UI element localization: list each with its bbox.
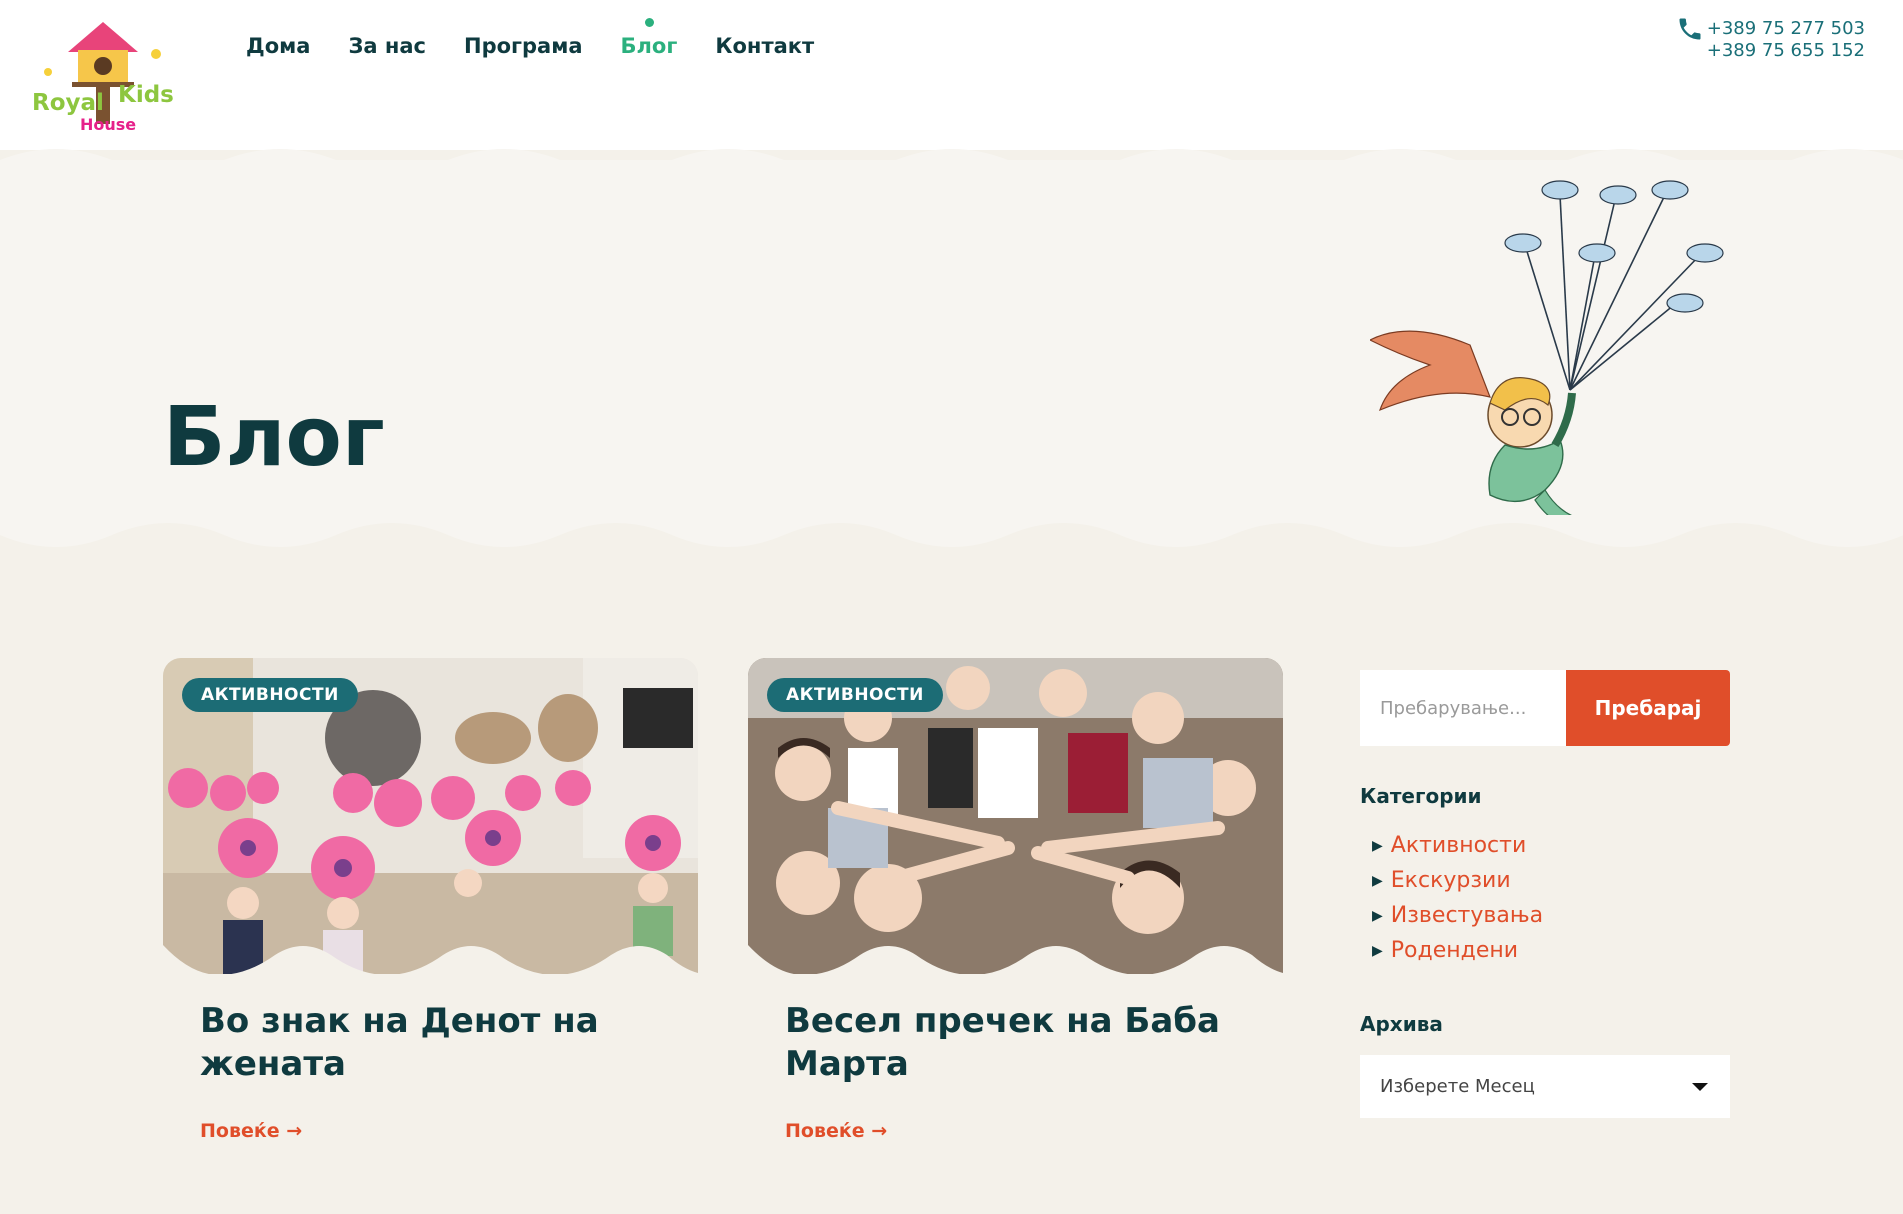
search-form: Пребарај <box>1360 670 1730 746</box>
archive-month-select[interactable]: Изберете Месец <box>1360 1055 1730 1118</box>
site-header: Royal Kids House Дома За нас Програма Бл… <box>0 0 1903 150</box>
search-button[interactable]: Пребарај <box>1566 670 1730 746</box>
categories-heading: Категории <box>1360 784 1482 808</box>
category-label: Известувања <box>1390 903 1544 928</box>
phone-number-2[interactable]: +389 75 655 152 <box>1707 40 1865 62</box>
nav-item-blog[interactable]: Блог <box>620 18 678 58</box>
category-link[interactable]: ▶ Активности <box>1372 828 1543 863</box>
categories-list: ▶ Активности ▶ Екскурзии ▶ Известувања ▶ Род… <box>1372 828 1543 968</box>
svg-text:Royal: Royal <box>32 90 104 116</box>
category-link[interactable]: ▶ Известувања <box>1372 898 1543 933</box>
category-label: Екскурзии <box>1390 868 1511 893</box>
nav-item-program[interactable]: Програма <box>464 34 583 58</box>
read-more-link[interactable]: Повеќе → <box>200 1120 698 1142</box>
active-indicator-dot <box>644 18 654 27</box>
wave-divider-bottom <box>0 515 1903 559</box>
nav-item-about[interactable]: За нас <box>348 34 426 58</box>
category-link[interactable]: ▶ Родендени <box>1372 933 1543 968</box>
bullet-triangle-icon: ▶ <box>1372 943 1383 959</box>
nav-item-contact[interactable]: Контакт <box>715 34 814 58</box>
image-scallop-edge <box>748 945 1283 974</box>
category-label: Активности <box>1390 833 1527 858</box>
phone-numbers: +389 75 277 503 +389 75 655 152 <box>1707 18 1865 62</box>
nav-item-blog-label: Блог <box>620 34 678 58</box>
flying-boy-illustration <box>1370 180 1724 531</box>
post-image[interactable]: АКТИВНОСТИ <box>163 658 698 974</box>
category-badge[interactable]: АКТИВНОСТИ <box>182 678 358 712</box>
main-nav: Дома За нас Програма Блог Контакт <box>246 18 852 58</box>
archive-select-value: Изберете Месец <box>1380 1076 1535 1097</box>
nav-item-home[interactable]: Дома <box>246 34 310 58</box>
blog-post-card[interactable]: АКТИВНОСТИ Во знак на Денот на жената По… <box>163 658 698 1142</box>
page-title: Блог <box>163 390 385 485</box>
svg-text:Kids: Kids <box>118 82 174 108</box>
phone-icon <box>1679 18 1701 40</box>
chevron-down-icon <box>1692 1083 1708 1091</box>
logo-icon: Royal Kids House <box>32 22 174 134</box>
category-badge[interactable]: АКТИВНОСТИ <box>767 678 943 712</box>
blog-post-card[interactable]: АКТИВНОСТИ Весел пречек на Баба Марта По… <box>748 658 1283 1142</box>
phone-number-1[interactable]: +389 75 277 503 <box>1707 18 1865 40</box>
post-title[interactable]: Во знак на Денот на жената <box>200 1000 640 1086</box>
category-label: Родендени <box>1390 938 1519 963</box>
site-logo[interactable]: Royal Kids House <box>28 14 178 136</box>
post-image[interactable]: АКТИВНОСТИ <box>748 658 1283 974</box>
image-scallop-edge <box>163 945 698 974</box>
bullet-triangle-icon: ▶ <box>1372 838 1383 854</box>
bullet-triangle-icon: ▶ <box>1372 873 1383 889</box>
bullet-triangle-icon: ▶ <box>1372 908 1383 924</box>
svg-text:House: House <box>80 115 136 134</box>
post-title[interactable]: Весел пречек на Баба Марта <box>785 1000 1225 1086</box>
search-input[interactable] <box>1360 670 1566 746</box>
category-link[interactable]: ▶ Екскурзии <box>1372 863 1543 898</box>
archive-heading: Архива <box>1360 1012 1443 1036</box>
read-more-link[interactable]: Повеќе → <box>785 1120 1283 1142</box>
